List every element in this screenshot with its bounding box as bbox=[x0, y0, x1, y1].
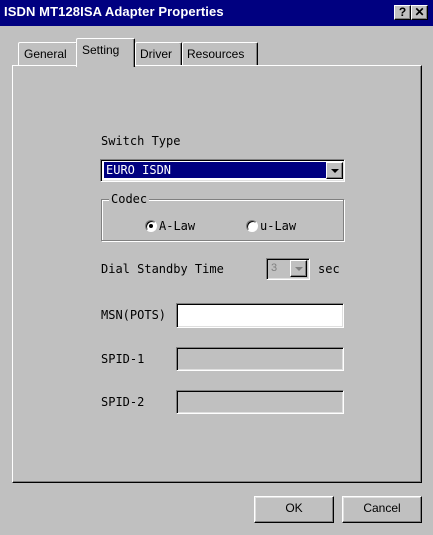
codec-u-law-label[interactable]: u-Law bbox=[260, 219, 296, 233]
tab-setting[interactable]: Setting bbox=[76, 38, 135, 67]
codec-a-law-label[interactable]: A-Law bbox=[159, 219, 195, 233]
tab-driver[interactable]: Driver bbox=[135, 42, 182, 66]
dial-standby-select: 3 bbox=[266, 258, 310, 280]
cancel-button[interactable]: Cancel bbox=[342, 496, 422, 523]
ok-button[interactable]: OK bbox=[254, 496, 334, 523]
dial-standby-label: Dial Standby Time bbox=[101, 262, 224, 276]
switch-type-value: EURO ISDN bbox=[104, 162, 326, 178]
dial-standby-unit: sec bbox=[318, 262, 340, 276]
spid1-input bbox=[176, 347, 344, 371]
spid2-label: SPID-2 bbox=[101, 395, 145, 409]
msn-input[interactable] bbox=[176, 303, 344, 328]
chevron-down-icon[interactable] bbox=[326, 162, 343, 179]
chevron-down-icon bbox=[290, 260, 307, 277]
tab-general[interactable]: General bbox=[18, 42, 78, 66]
tab-resources[interactable]: Resources bbox=[182, 42, 258, 66]
codec-u-law-radio[interactable] bbox=[246, 220, 258, 232]
title-bar[interactable]: ISDN MT128ISA Adapter Properties ? ✕ bbox=[0, 0, 433, 26]
codec-group-label: Codec bbox=[109, 192, 150, 206]
window-title: ISDN MT128ISA Adapter Properties bbox=[4, 4, 224, 19]
switch-type-label: Switch Type bbox=[101, 134, 181, 148]
switch-type-select[interactable]: EURO ISDN bbox=[100, 159, 345, 182]
dial-standby-value: 3 bbox=[271, 262, 278, 274]
msn-label: MSN(POTS) bbox=[101, 308, 167, 322]
codec-a-law-radio[interactable] bbox=[145, 220, 157, 232]
spid1-label: SPID-1 bbox=[101, 352, 145, 366]
help-button[interactable]: ? bbox=[394, 5, 411, 20]
close-button[interactable]: ✕ bbox=[411, 5, 428, 20]
properties-dialog: ISDN MT128ISA Adapter Properties ? ✕ Gen… bbox=[0, 0, 433, 535]
spid2-input bbox=[176, 390, 344, 414]
